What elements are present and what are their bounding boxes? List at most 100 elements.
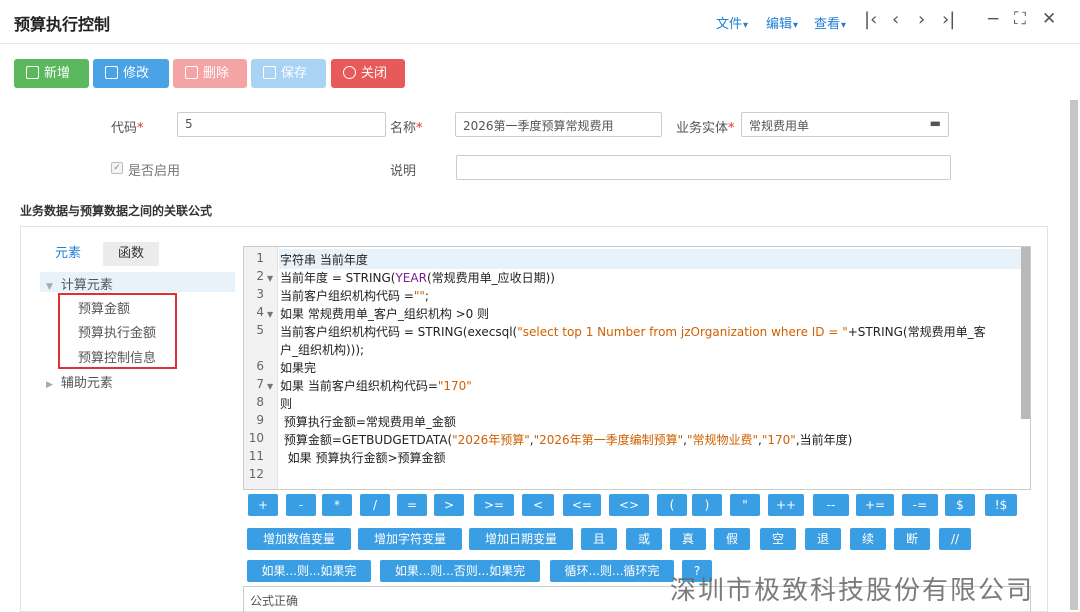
operator-button[interactable]: 假 bbox=[714, 528, 750, 550]
close-button[interactable]: 关闭 bbox=[331, 59, 405, 88]
operator-button[interactable]: 或 bbox=[626, 528, 662, 550]
operator-button[interactable]: += bbox=[856, 494, 894, 516]
maximize-icon[interactable]: ⛶ bbox=[1014, 9, 1026, 29]
fold-icon[interactable]: ▼ bbox=[267, 310, 273, 319]
code-token: 当前客户组织机构代码 = bbox=[280, 289, 414, 303]
code-line: 预算金额=GETBUDGETDATA("2026年预算","2026年第一季度编… bbox=[280, 431, 853, 448]
required-mark: * bbox=[728, 121, 735, 136]
operator-button[interactable]: + bbox=[248, 494, 278, 516]
line-number: 10 bbox=[248, 431, 264, 445]
code-token: 预算金额=GETBUDGETDATA( bbox=[280, 433, 453, 447]
operator-button[interactable]: = bbox=[397, 494, 427, 516]
code-line: 当前客户组织机构代码 =""; bbox=[280, 287, 429, 304]
operator-button[interactable]: $ bbox=[945, 494, 975, 516]
code-token: "2026年预算" bbox=[452, 433, 530, 447]
entity-value: 常规费用单 bbox=[749, 119, 810, 133]
operator-button[interactable]: 且 bbox=[581, 528, 617, 550]
operator-button[interactable]: 增加数值变量 bbox=[247, 528, 351, 550]
operator-button[interactable]: ( bbox=[657, 494, 687, 516]
watermark: 深圳市极致科技股份有限公司 bbox=[670, 576, 1035, 606]
operator-button[interactable]: < bbox=[522, 494, 554, 516]
enabled-checkbox[interactable]: ✓ bbox=[111, 162, 123, 174]
line-number: 4 bbox=[256, 305, 264, 319]
close-icon[interactable]: ✕ bbox=[1042, 9, 1056, 29]
chevron-down-icon: ▾ bbox=[793, 20, 799, 31]
line-number: 7 bbox=[256, 377, 264, 391]
operator-button[interactable]: - bbox=[286, 494, 316, 516]
edit-icon bbox=[105, 66, 118, 79]
code-token: 如果 常规费用单_客户_组织机构 >0 则 bbox=[280, 307, 490, 321]
operator-button[interactable]: 增加日期变量 bbox=[469, 528, 573, 550]
operator-button[interactable]: <> bbox=[609, 494, 649, 516]
tree-node-aux[interactable]: ▶ 辅助元素 bbox=[46, 372, 113, 391]
code-token: 当前客户组织机构代码 = STRING(execsql( bbox=[280, 325, 518, 339]
operator-button[interactable]: -- bbox=[813, 494, 849, 516]
operator-button[interactable]: 循环...则...循环完 bbox=[550, 560, 674, 582]
name-input[interactable]: 2026第一季度预算常规费用 bbox=[455, 112, 662, 137]
operator-button[interactable]: " bbox=[730, 494, 760, 516]
new-button[interactable]: 新增 bbox=[14, 59, 89, 88]
code-token: 预算执行金额=常规费用单_金额 bbox=[280, 415, 456, 429]
operator-button[interactable]: ) bbox=[692, 494, 722, 516]
operator-button[interactable]: 如果...则...否则...如果完 bbox=[380, 560, 540, 582]
title-bar: 预算执行控制 文件▾ 编辑▾ 查看▾ |‹ ‹ › ›| − ⛶ ✕ bbox=[0, 0, 1080, 44]
code-label: 代码* bbox=[111, 117, 144, 136]
save-button[interactable]: 保存 bbox=[251, 59, 326, 88]
menu-file[interactable]: 文件▾ bbox=[716, 13, 748, 32]
code-token: ; bbox=[424, 289, 429, 303]
operator-button[interactable]: 增加字符变量 bbox=[358, 528, 462, 550]
code-line: 则 bbox=[280, 395, 292, 412]
operator-button[interactable]: 断 bbox=[894, 528, 930, 550]
code-token: "170" bbox=[761, 433, 796, 447]
page-scrollbar[interactable] bbox=[1070, 100, 1078, 610]
code-input[interactable]: 5 bbox=[177, 112, 386, 137]
operator-button[interactable]: // bbox=[939, 528, 971, 550]
desc-input[interactable] bbox=[456, 155, 951, 180]
operator-button[interactable]: 空 bbox=[760, 528, 796, 550]
code-token: "select top 1 Number from jzOrganization… bbox=[517, 325, 848, 339]
name-label: 名称* bbox=[390, 117, 423, 136]
operator-button[interactable]: <= bbox=[563, 494, 601, 516]
line-number: 6 bbox=[256, 359, 264, 373]
code-token: "" bbox=[413, 289, 425, 303]
operator-button[interactable]: ++ bbox=[768, 494, 804, 516]
tab-elements[interactable]: 元素 bbox=[40, 242, 96, 266]
editor-scrollbar[interactable] bbox=[1021, 247, 1030, 419]
entity-input[interactable]: 常规费用单 ▬ bbox=[741, 112, 949, 137]
edit-button[interactable]: 修改 bbox=[93, 59, 169, 88]
operator-button[interactable]: 退 bbox=[805, 528, 841, 550]
first-record-icon[interactable]: |‹ bbox=[864, 9, 877, 30]
tab-functions[interactable]: 函数 bbox=[103, 242, 159, 266]
line-number: 2 bbox=[256, 269, 264, 283]
window-title: 预算执行控制 bbox=[14, 15, 111, 34]
formula-editor[interactable]: 1 字符串 当前年度 2 ▼ 当前年度 = STRING(YEAR(常规费用单_应收日期… bbox=[243, 246, 1031, 490]
menu-view[interactable]: 查看▾ bbox=[814, 13, 846, 32]
last-record-icon[interactable]: ›| bbox=[942, 9, 955, 30]
next-record-icon[interactable]: › bbox=[918, 9, 925, 30]
line-number: 5 bbox=[256, 323, 264, 337]
operator-button[interactable]: >= bbox=[474, 494, 514, 516]
operator-button[interactable]: -= bbox=[902, 494, 938, 516]
code-line: 当前客户组织机构代码 = STRING(execsql("select top … bbox=[280, 323, 986, 340]
chevron-down-icon: ▾ bbox=[841, 20, 847, 31]
operator-button[interactable]: 如果...则...如果完 bbox=[247, 560, 371, 582]
operator-button[interactable]: > bbox=[434, 494, 464, 516]
minimize-icon[interactable]: − bbox=[986, 9, 1000, 29]
folder-icon[interactable]: ▬ bbox=[930, 116, 941, 130]
menu-edit[interactable]: 编辑▾ bbox=[766, 13, 798, 32]
code-token: 当前年度 = STRING( bbox=[280, 271, 396, 285]
operator-button[interactable]: / bbox=[360, 494, 390, 516]
tree-node-calc[interactable]: ▼ 计算元素 bbox=[46, 274, 113, 293]
chevron-down-icon: ▼ bbox=[46, 282, 53, 292]
fold-icon[interactable]: ▼ bbox=[267, 382, 273, 391]
code-token: 字符串 当前年度 bbox=[280, 253, 368, 267]
operator-button[interactable]: !$ bbox=[985, 494, 1017, 516]
operator-button[interactable]: 真 bbox=[670, 528, 706, 550]
fold-icon[interactable]: ▼ bbox=[267, 274, 273, 283]
line-number: 11 bbox=[248, 449, 264, 463]
delete-button[interactable]: 删除 bbox=[173, 59, 247, 88]
prev-record-icon[interactable]: ‹ bbox=[892, 9, 899, 30]
operator-button[interactable]: * bbox=[322, 494, 352, 516]
save-icon bbox=[263, 66, 276, 79]
operator-button[interactable]: 续 bbox=[850, 528, 886, 550]
